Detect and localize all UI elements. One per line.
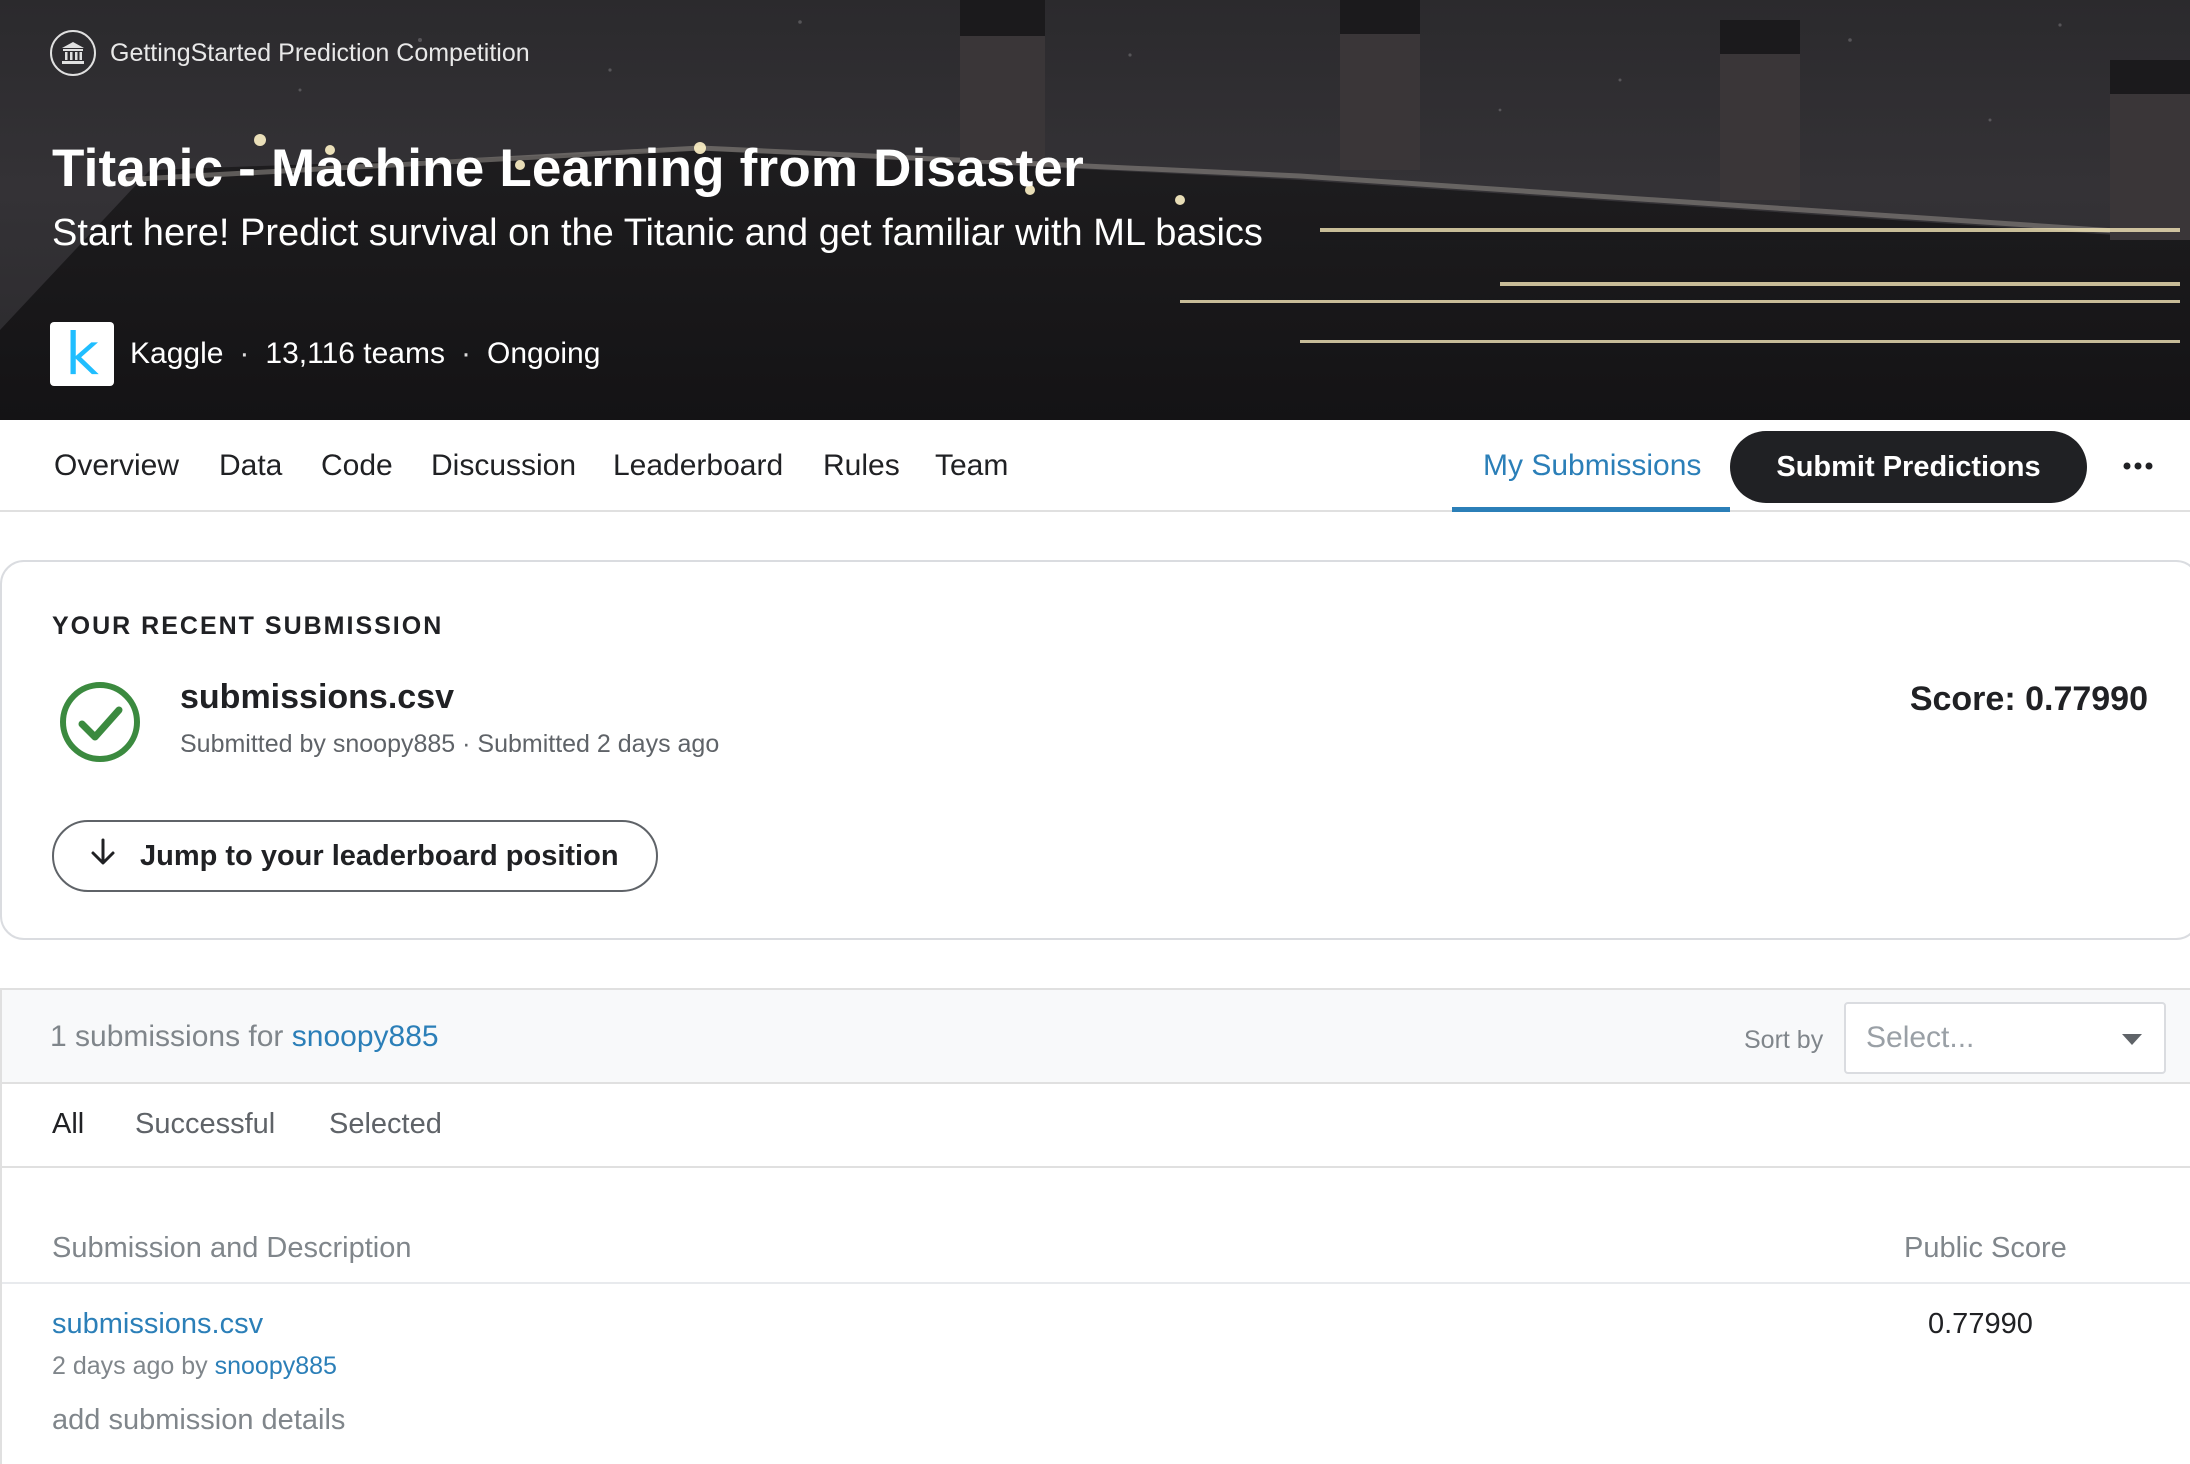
submit-predictions-button[interactable]: Submit Predictions: [1730, 431, 2087, 503]
separator: ·: [239, 337, 250, 370]
tab-discussion[interactable]: Discussion: [431, 420, 576, 512]
competition-type-label: GettingStarted Prediction Competition: [110, 38, 530, 67]
column-header-submission: Submission and Description: [52, 1232, 412, 1264]
submission-meta: 2 days ago by snoopy885: [52, 1352, 337, 1381]
separator: ·: [460, 337, 471, 370]
kaggle-logo-icon[interactable]: k: [50, 322, 114, 386]
tab-code[interactable]: Code: [321, 420, 393, 512]
competition-title: Titanic - Machine Learning from Disaster: [52, 139, 1084, 198]
recent-submission-heading: YOUR RECENT SUBMISSION: [52, 612, 444, 640]
add-submission-details-link[interactable]: add submission details: [52, 1404, 345, 1437]
host-name[interactable]: Kaggle: [130, 337, 223, 371]
competition-status: Ongoing: [486, 337, 601, 370]
tab-data[interactable]: Data: [219, 420, 282, 512]
jump-to-leaderboard-button[interactable]: Jump to your leaderboard position: [52, 820, 658, 892]
arrow-down-icon: [90, 838, 116, 874]
competition-meta: k Kaggle · 13,116 teams · Ongoing: [50, 322, 600, 386]
submissions-count-prefix: 1 submissions for: [50, 1020, 284, 1053]
filter-selected[interactable]: Selected: [329, 1108, 442, 1141]
sort-select-placeholder: Select...: [1866, 1021, 1975, 1054]
submissions-header: 1 submissions for snoopy885 Sort by Sele…: [2, 990, 2190, 1084]
competition-subtitle: Start here! Predict survival on the Tita…: [52, 212, 1263, 254]
active-tab-indicator: [1452, 507, 1730, 512]
divider: [2, 1282, 2190, 1284]
tab-overview[interactable]: Overview: [54, 420, 179, 512]
submission-user-link[interactable]: snoopy885: [215, 1352, 337, 1380]
submissions-user-link[interactable]: snoopy885: [292, 1020, 439, 1053]
recent-submission-byline: Submitted by snoopy885 · Submitted 2 day…: [180, 730, 720, 758]
column-header-public-score: Public Score: [1904, 1232, 2067, 1264]
chevron-down-icon: [2122, 1034, 2142, 1045]
submission-file-link[interactable]: submissions.csv: [52, 1308, 263, 1341]
sort-select[interactable]: Select...: [1844, 1002, 2166, 1074]
submission-public-score: 0.77990: [1928, 1308, 2033, 1340]
jump-button-label: Jump to your leaderboard position: [140, 839, 619, 872]
submission-time: 2 days ago by: [52, 1352, 208, 1380]
recent-submission-card: YOUR RECENT SUBMISSION submissions.csv S…: [0, 560, 2190, 940]
competition-header: GettingStarted Prediction Competition Ti…: [0, 0, 2190, 420]
recent-submission-filename: submissions.csv: [180, 678, 455, 716]
more-horizontal-icon[interactable]: [2118, 446, 2158, 486]
submissions-panel: 1 submissions for snoopy885 Sort by Sele…: [0, 988, 2190, 1464]
recent-submission-score: Score: 0.77990: [1909, 680, 2148, 718]
sort-by-label: Sort by: [1744, 1026, 1824, 1054]
tab-my-submissions[interactable]: My Submissions: [1483, 420, 1701, 512]
submissions-count: 1 submissions for snoopy885: [50, 1020, 439, 1054]
filter-successful[interactable]: Successful: [135, 1108, 275, 1141]
competition-type: GettingStarted Prediction Competition: [50, 30, 530, 76]
check-circle-icon: [58, 680, 142, 769]
team-count: 13,116 teams: [265, 337, 445, 370]
tab-rules[interactable]: Rules: [823, 420, 900, 512]
competition-tabs: Overview Data Code Discussion Leaderboar…: [0, 420, 2190, 512]
bank-icon: [50, 30, 96, 76]
submission-filters: All Successful Selected: [2, 1084, 2190, 1168]
tab-team[interactable]: Team: [935, 420, 1008, 512]
filter-all[interactable]: All: [52, 1108, 84, 1141]
tab-leaderboard[interactable]: Leaderboard: [613, 420, 783, 512]
